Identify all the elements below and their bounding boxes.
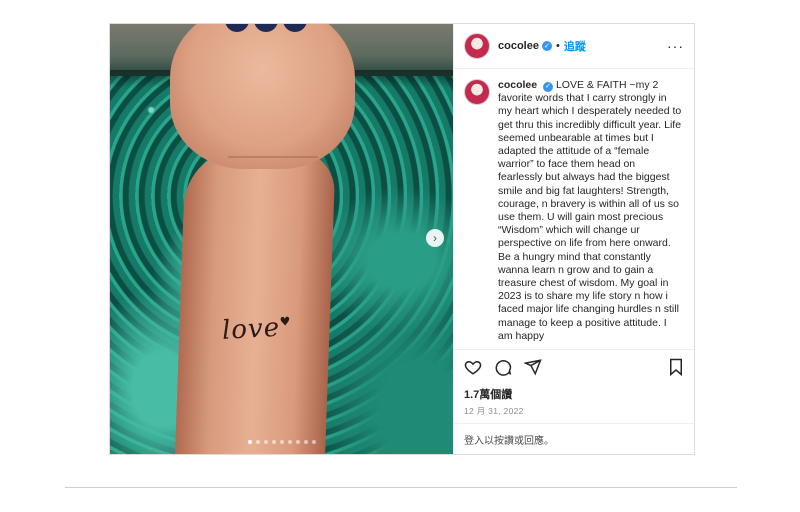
carousel-dot bbox=[247, 440, 252, 444]
love-tattoo: love♥ bbox=[221, 312, 292, 346]
caption-body: LOVE & FAITH ~my 2 favorite words that I… bbox=[498, 79, 682, 342]
follow-button[interactable]: 追蹤 bbox=[564, 38, 586, 54]
carousel-dot bbox=[255, 440, 260, 444]
comment-icon[interactable] bbox=[494, 358, 512, 376]
more-options-button[interactable]: ··· bbox=[667, 38, 684, 54]
divider bbox=[65, 487, 737, 488]
post-side-panel: cocolee ✓ • 追蹤 ··· cocolee ✓ LOVE & FAIT… bbox=[453, 24, 694, 454]
instagram-post: love♥ › cocolee ✓ • 追蹤 ··· cocolee ✓ LOV… bbox=[109, 23, 695, 455]
hand bbox=[170, 24, 355, 169]
caption-text-block: cocolee ✓ LOVE & FAITH ~my 2 favorite wo… bbox=[498, 79, 682, 349]
post-header: cocolee ✓ • 追蹤 ··· bbox=[454, 24, 694, 69]
arm bbox=[174, 146, 336, 454]
avatar[interactable] bbox=[464, 33, 490, 59]
login-prompt[interactable]: 登入以按讚或回應。 bbox=[454, 423, 694, 454]
post-media[interactable]: love♥ › bbox=[110, 24, 453, 454]
chevron-right-icon: › bbox=[433, 231, 437, 245]
painted-nail bbox=[283, 24, 307, 32]
carousel-dot bbox=[287, 440, 292, 444]
action-bar bbox=[454, 349, 694, 384]
caption-avatar[interactable] bbox=[464, 79, 490, 105]
carousel-dot bbox=[303, 440, 308, 444]
wrist-crease bbox=[228, 156, 318, 158]
next-image-button[interactable]: › bbox=[426, 229, 444, 247]
heart-icon: ♥ bbox=[279, 314, 292, 329]
carousel-dot bbox=[279, 440, 284, 444]
header-separator: • bbox=[555, 40, 560, 52]
carousel-dot bbox=[271, 440, 276, 444]
post-date[interactable]: 12 月 31, 2022 bbox=[464, 405, 684, 417]
carousel-dot bbox=[311, 440, 316, 444]
verified-badge-icon: ✓ bbox=[543, 81, 554, 92]
caption-username[interactable]: cocolee bbox=[498, 79, 537, 91]
heart-outline-icon[interactable] bbox=[464, 358, 482, 376]
verified-badge-icon: ✓ bbox=[541, 41, 552, 51]
post-stats: 1.7萬個讚 12 月 31, 2022 bbox=[454, 384, 694, 423]
send-icon[interactable] bbox=[524, 358, 542, 376]
header-username[interactable]: cocolee bbox=[498, 40, 539, 52]
carousel-dot bbox=[263, 440, 268, 444]
painted-nail bbox=[254, 24, 278, 32]
caption-area: cocolee ✓ LOVE & FAITH ~my 2 favorite wo… bbox=[454, 69, 694, 349]
likes-count[interactable]: 1.7萬個讚 bbox=[464, 386, 684, 402]
painted-nail bbox=[225, 24, 249, 32]
bookmark-icon[interactable] bbox=[668, 358, 684, 376]
tattoo-text: love bbox=[221, 312, 281, 346]
carousel-dot bbox=[295, 440, 300, 444]
carousel-indicator bbox=[110, 440, 453, 444]
